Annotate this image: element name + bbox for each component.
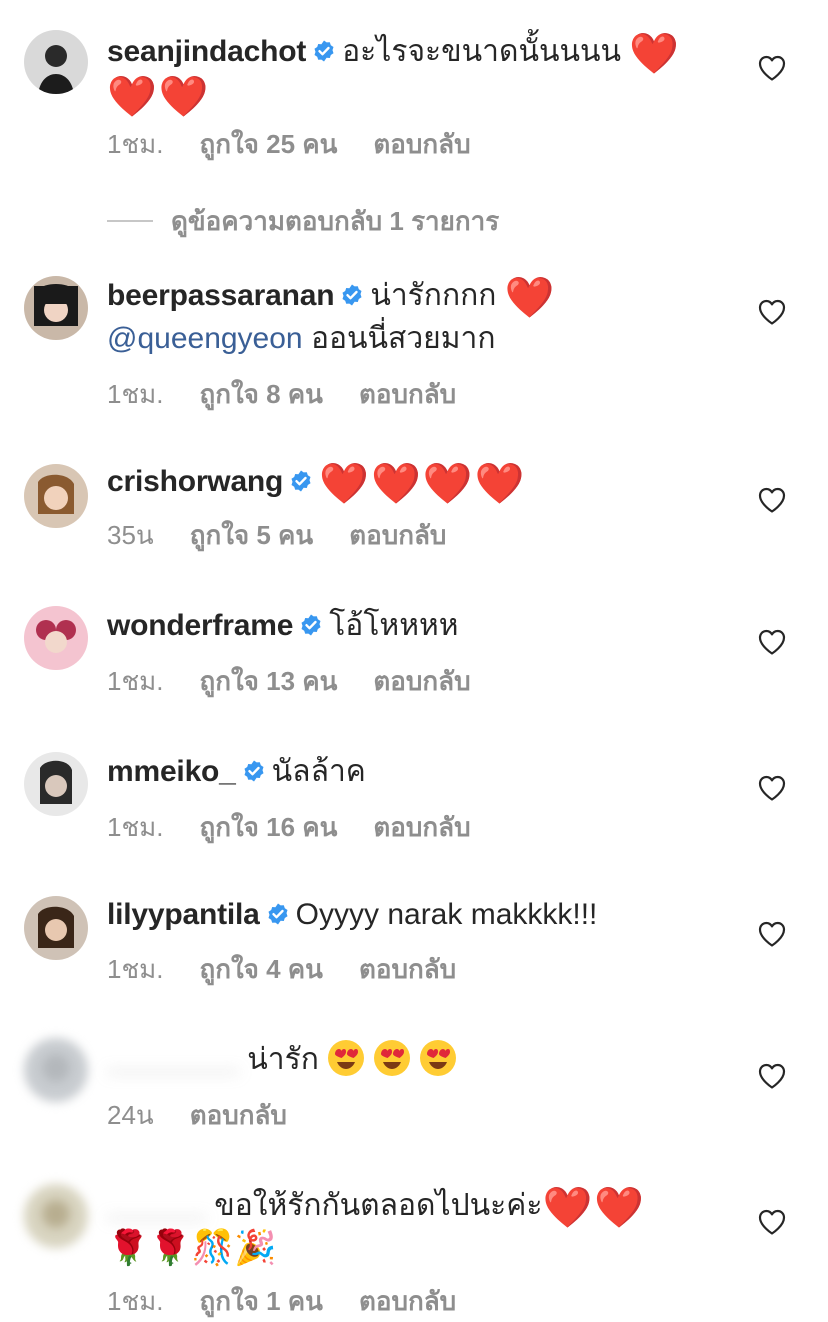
comment-text: ________ น่ารัก <box>107 1038 697 1081</box>
username[interactable]: lilyypantila <box>107 898 260 931</box>
likes-count[interactable]: ถูกใจ 13 คน <box>199 666 337 696</box>
avatar[interactable] <box>24 606 88 670</box>
comment-text: crishorwang ❤️❤️❤️❤️ <box>107 460 697 504</box>
username[interactable]: crishorwang <box>107 465 283 498</box>
comment-meta: 1ชม. ถูกใจ 25 คน ตอบกลับ <box>107 124 507 165</box>
comment-meta: 1ชม. ถูกใจ 8 คน ตอบกลับ <box>107 374 492 415</box>
comment-meta: 1ชม. ถูกใจ 4 คน ตอบกลับ <box>107 949 492 990</box>
reply-button[interactable]: ตอบกลับ <box>373 129 470 159</box>
avatar[interactable] <box>24 1038 88 1102</box>
timestamp: 1ชม. <box>107 812 164 842</box>
rose-party-emoji: 🌹🌹🎊🎉 <box>107 1228 277 1268</box>
divider-line <box>107 220 153 222</box>
comment-body: โอ้โหหหห <box>329 609 459 642</box>
heart-outline-icon <box>758 775 786 801</box>
avatar[interactable] <box>24 1184 88 1248</box>
red-heart-emoji: ❤️❤️❤️❤️ <box>319 461 527 507</box>
comment-meta: 1ชม. ถูกใจ 13 คน ตอบกลับ <box>107 661 507 702</box>
username[interactable]: ______ <box>107 1189 206 1222</box>
comment-meta: 35น ถูกใจ 5 คน ตอบกลับ <box>107 515 482 556</box>
like-button[interactable] <box>758 1209 786 1235</box>
avatar[interactable] <box>24 464 88 528</box>
verified-badge-icon <box>340 283 364 307</box>
reply-button[interactable]: ตอบกลับ <box>349 520 446 550</box>
verified-badge-icon <box>289 469 313 493</box>
view-replies-label: ดูข้อความตอบกลับ 1 รายการ <box>171 206 500 236</box>
reply-button[interactable]: ตอบกลับ <box>373 812 470 842</box>
heart-outline-icon <box>758 487 786 513</box>
reply-button[interactable]: ตอบกลับ <box>359 379 456 409</box>
avatar[interactable] <box>24 30 88 94</box>
comment-body: ขอให้รักกันตลอดไปนะค่ะ <box>214 1189 543 1222</box>
smiling-face-with-heart-eyes-icon <box>373 1039 411 1077</box>
smiling-face-with-heart-eyes-icon <box>419 1039 457 1077</box>
heart-outline-icon <box>758 629 786 655</box>
comment-meta: 1ชม. ถูกใจ 16 คน ตอบกลับ <box>107 807 507 848</box>
like-button[interactable] <box>758 487 786 513</box>
like-button[interactable] <box>758 629 786 655</box>
comment-text: wonderframe โอ้โหหหห <box>107 604 697 647</box>
red-heart-emoji: ❤️❤️ <box>107 74 211 120</box>
reply-button[interactable]: ตอบกลับ <box>190 1100 287 1130</box>
timestamp: 24น <box>107 1100 154 1130</box>
username[interactable]: wonderframe <box>107 609 293 642</box>
likes-count[interactable]: ถูกใจ 5 คน <box>190 520 314 550</box>
comment-body: อะไรจะขนาดนั้นนนน <box>342 35 622 68</box>
timestamp: 1ชม. <box>107 129 164 159</box>
avatar[interactable] <box>24 752 88 816</box>
comment-body: Oyyyy narak makkkk!!! <box>295 898 598 931</box>
username[interactable]: ________ <box>107 1043 239 1076</box>
red-heart-emoji: ❤️❤️ <box>542 1185 647 1231</box>
comment-meta: 24น ตอบกลับ <box>107 1095 323 1136</box>
likes-count[interactable]: ถูกใจ 16 คน <box>199 812 337 842</box>
comment-body: น่ารักกกก <box>370 279 497 312</box>
heart-outline-icon <box>758 1209 786 1235</box>
comment-text: ______ ขอให้รักกันตลอดไปนะค่ะ❤️❤️ 🌹🌹🎊🎉 <box>107 1184 697 1271</box>
comment-text: mmeiko_ นัลล้าค <box>107 750 697 793</box>
like-button[interactable] <box>758 1063 786 1089</box>
heart-outline-icon <box>758 1063 786 1089</box>
likes-count[interactable]: ถูกใจ 4 คน <box>199 954 323 984</box>
comment-body: น่ารัก <box>247 1043 319 1076</box>
smiling-face-with-heart-eyes-icon <box>327 1039 365 1077</box>
timestamp: 1ชม. <box>107 954 164 984</box>
red-heart-emoji: ❤️ <box>504 275 557 321</box>
like-button[interactable] <box>758 55 786 81</box>
heart-outline-icon <box>758 921 786 947</box>
comment-meta: 1ชม. ถูกใจ 1 คน ตอบกลับ <box>107 1281 492 1322</box>
timestamp: 1ชม. <box>107 666 164 696</box>
comment-text: beerpassaranan น่ารักกกก ❤️ @queengyeon อ… <box>107 274 697 360</box>
timestamp: 1ชม. <box>107 379 164 409</box>
like-button[interactable] <box>758 299 786 325</box>
verified-badge-icon <box>242 759 266 783</box>
like-button[interactable] <box>758 775 786 801</box>
likes-count[interactable]: ถูกใจ 25 คน <box>199 129 337 159</box>
heart-outline-icon <box>758 55 786 81</box>
avatar[interactable] <box>24 896 88 960</box>
verified-badge-icon <box>299 613 323 637</box>
comment-body-cont: ออนนี่สวยมาก <box>310 322 496 355</box>
likes-count[interactable]: ถูกใจ 8 คน <box>199 379 323 409</box>
red-heart-emoji: ❤️ <box>629 31 682 77</box>
view-replies-button[interactable]: ดูข้อความตอบกลับ 1 รายการ <box>107 201 499 242</box>
username[interactable]: mmeiko_ <box>107 755 236 788</box>
avatar[interactable] <box>24 276 88 340</box>
username[interactable]: beerpassaranan <box>107 279 335 312</box>
comment-text: lilyypantila Oyyyy narak makkkk!!! <box>107 893 697 936</box>
timestamp: 35น <box>107 520 154 550</box>
user-mention-link[interactable]: @queengyeon <box>107 322 303 355</box>
reply-button[interactable]: ตอบกลับ <box>359 954 456 984</box>
comment-body: นัลล้าค <box>271 755 366 788</box>
verified-badge-icon <box>266 902 290 926</box>
like-button[interactable] <box>758 921 786 947</box>
username[interactable]: seanjindachot <box>107 35 306 68</box>
comment-text: seanjindachot อะไรจะขนาดนั้นนนน ❤️ ❤️❤️ <box>107 30 697 117</box>
heart-outline-icon <box>758 299 786 325</box>
verified-badge-icon <box>312 39 336 63</box>
reply-button[interactable]: ตอบกลับ <box>373 666 470 696</box>
